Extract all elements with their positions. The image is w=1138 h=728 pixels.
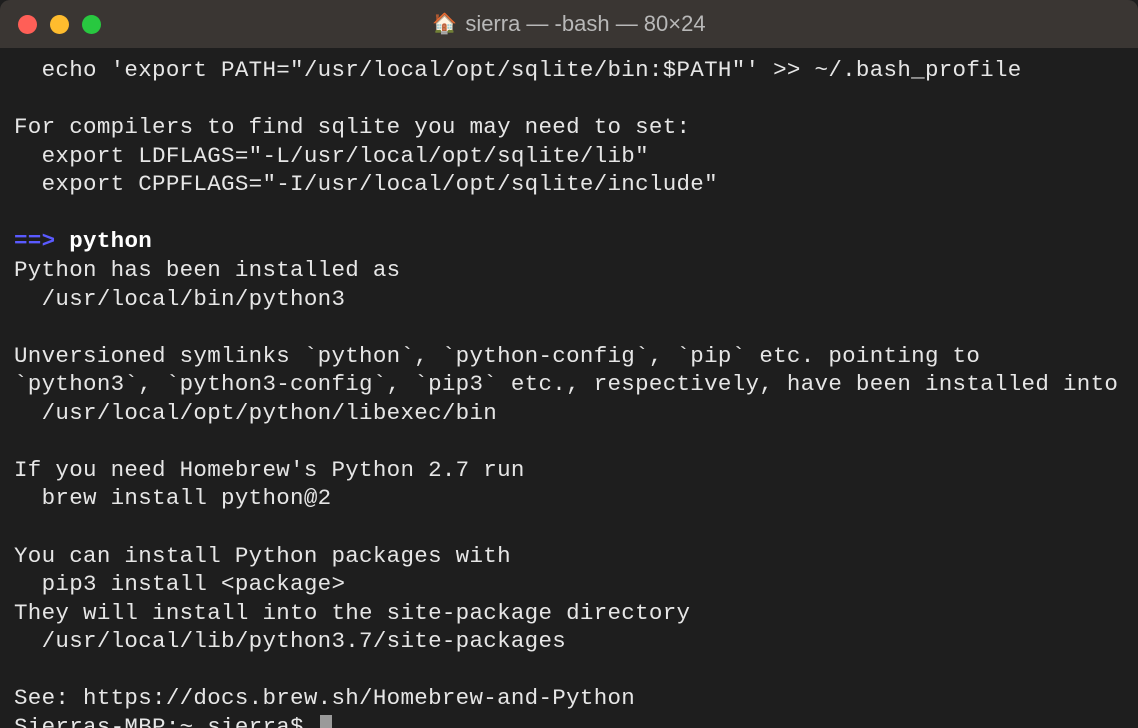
title-text: sierra — -bash — 80×24: [465, 11, 705, 37]
output-line: Unversioned symlinks `python`, `python-c…: [14, 343, 980, 369]
output-line: /usr/local/opt/python/libexec/bin: [14, 400, 497, 426]
section-header: python: [69, 228, 152, 254]
shell-prompt: Sierras-MBP:~ sierra$: [14, 713, 318, 728]
maximize-button[interactable]: [82, 15, 101, 34]
home-icon: 🏠: [432, 14, 457, 34]
output-line: export CPPFLAGS="-I/usr/local/opt/sqlite…: [14, 171, 718, 197]
output-line: export LDFLAGS="-L/usr/local/opt/sqlite/…: [14, 143, 649, 169]
output-line: echo 'export PATH="/usr/local/opt/sqlite…: [14, 57, 1022, 83]
section-arrow: ==>: [14, 228, 55, 254]
output-line: Python has been installed as: [14, 257, 400, 283]
output-line: They will install into the site-package …: [14, 600, 690, 626]
output-line: `python3`, `python3-config`, `pip3` etc.…: [14, 371, 1118, 397]
close-button[interactable]: [18, 15, 37, 34]
terminal-output[interactable]: echo 'export PATH="/usr/local/opt/sqlite…: [0, 48, 1138, 728]
traffic-lights: [18, 15, 101, 34]
minimize-button[interactable]: [50, 15, 69, 34]
window-title: 🏠 sierra — -bash — 80×24: [432, 11, 705, 37]
titlebar: 🏠 sierra — -bash — 80×24: [0, 0, 1138, 48]
output-line: /usr/local/bin/python3: [14, 286, 345, 312]
output-line: /usr/local/lib/python3.7/site-packages: [14, 628, 566, 654]
output-line: See: https://docs.brew.sh/Homebrew-and-P…: [14, 685, 635, 711]
terminal-window: 🏠 sierra — -bash — 80×24 echo 'export PA…: [0, 0, 1138, 728]
cursor: [320, 715, 332, 728]
output-line: For compilers to find sqlite you may nee…: [14, 114, 690, 140]
output-line: You can install Python packages with: [14, 543, 511, 569]
output-line: pip3 install <package>: [14, 571, 345, 597]
output-line: brew install python@2: [14, 485, 331, 511]
output-line: If you need Homebrew's Python 2.7 run: [14, 457, 525, 483]
